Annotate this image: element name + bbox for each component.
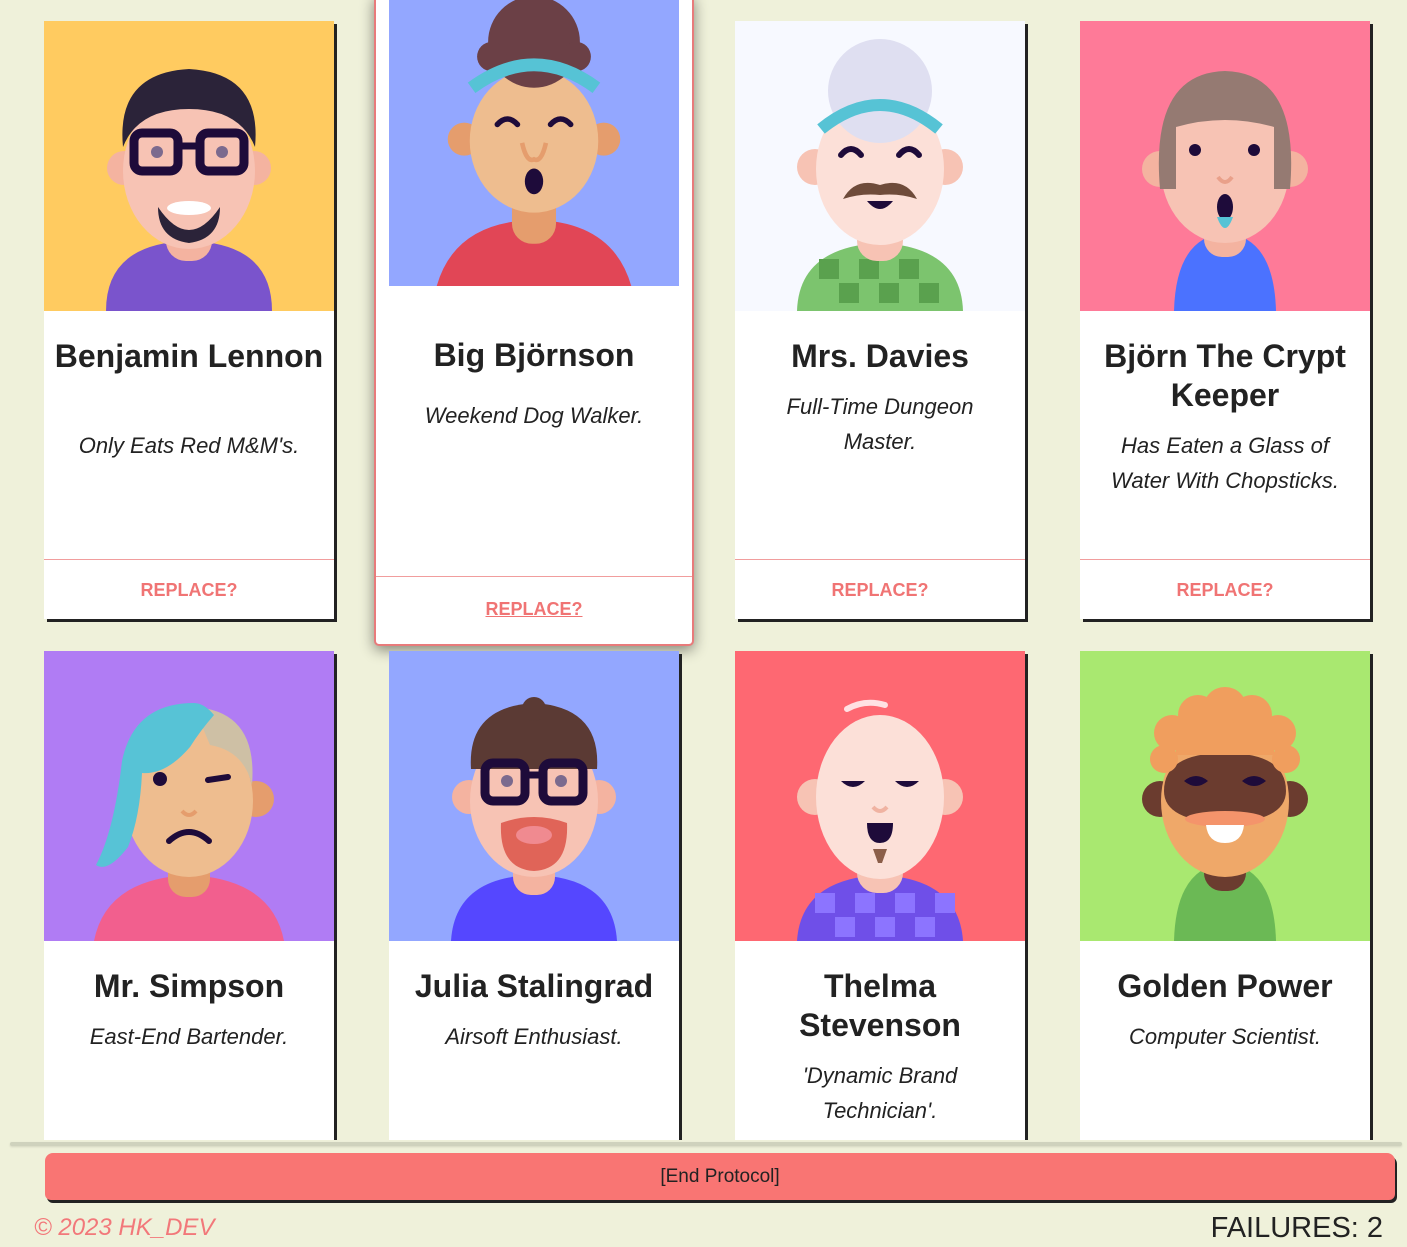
avatar-woman-with-headband: [376, 0, 692, 286]
replace-button[interactable]: REPLACE?: [1080, 580, 1370, 601]
character-card: Björn The Crypt Keeper Has Eaten a Glass…: [1080, 21, 1370, 619]
copyright: © 2023 HK_DEV: [34, 1214, 215, 1241]
card-name: Benjamin Lennon: [54, 338, 324, 374]
replace-button[interactable]: REPLACE?: [376, 599, 692, 620]
card-tagline: East-End Bartender.: [89, 1024, 289, 1049]
card-name: Mr. Simpson: [93, 968, 285, 1004]
avatar-grey-haired-woman-with-mustache: [735, 21, 1025, 311]
avatar-illustration: [1080, 21, 1370, 311]
avatar-bald-man: [735, 651, 1025, 941]
avatar-illustration: [389, 651, 679, 941]
card-tagline: Computer Scientist.: [1129, 1024, 1321, 1049]
replace-button[interactable]: REPLACE?: [44, 580, 334, 601]
avatar-illustration: [1080, 651, 1370, 941]
end-protocol-button[interactable]: [End Protocol]: [45, 1153, 1395, 1200]
character-card: Golden Power Computer Scientist.: [1080, 651, 1370, 1140]
card-tagline: Weekend Dog Walker.: [424, 403, 644, 428]
character-card: Mr. Simpson East-End Bartender.: [44, 651, 334, 1140]
card-grid: Benjamin Lennon Only Eats Red M&M's. REP…: [0, 0, 1407, 1140]
card-tagline: Only Eats Red M&M's.: [78, 433, 300, 458]
card-tagline: Full-Time Dungeon Master.: [786, 394, 974, 454]
avatar-man-with-cap-and-glasses: [389, 651, 679, 941]
avatar-illustration: [44, 21, 334, 311]
avatar-curly-haired-man: [1080, 651, 1370, 941]
card-name: Golden Power: [1117, 968, 1333, 1004]
avatar-illustration: [389, 0, 679, 286]
failures-count: 2: [1366, 1212, 1383, 1244]
card-name: Julia Stalingrad: [414, 968, 654, 1004]
divider: [10, 1142, 1402, 1146]
avatar-man-with-long-hair: [1080, 21, 1370, 311]
avatar-bearded-man-with-glasses: [44, 21, 334, 311]
character-card: Mrs. Davies Full-Time Dungeon Master. RE…: [735, 21, 1025, 619]
card-footer: REPLACE?: [735, 559, 1025, 620]
card-tagline: Airsoft Enthusiast.: [445, 1024, 623, 1049]
character-card: Benjamin Lennon Only Eats Red M&M's. REP…: [44, 21, 334, 619]
avatar-illustration: [44, 651, 334, 941]
card-footer: REPLACE?: [1080, 559, 1370, 620]
card-tagline: 'Dynamic Brand Technician'.: [802, 1063, 958, 1123]
failures-counter: FAILURES: 2: [1211, 1212, 1383, 1245]
card-name: Mrs. Davies: [791, 338, 969, 374]
avatar-teal-haired-person: [44, 651, 334, 941]
card-name: Björn The Crypt Keeper: [1104, 338, 1346, 413]
character-card: Julia Stalingrad Airsoft Enthusiast.: [389, 651, 679, 1140]
card-footer: REPLACE?: [44, 559, 334, 620]
replace-button[interactable]: REPLACE?: [735, 580, 1025, 601]
card-footer: REPLACE?: [376, 576, 692, 637]
character-card: Thelma Stevenson 'Dynamic Brand Technici…: [735, 651, 1025, 1140]
card-name: Thelma Stevenson: [799, 968, 961, 1043]
failures-label: FAILURES:: [1210, 1212, 1359, 1244]
avatar-illustration: [735, 651, 1025, 941]
character-card: Big Björnson Weekend Dog Walker. REPLACE…: [374, 0, 694, 646]
card-tagline: Has Eaten a Glass of Water With Chopstic…: [1110, 433, 1339, 493]
card-name: Big Björnson: [433, 337, 635, 373]
avatar-illustration: [735, 21, 1025, 311]
